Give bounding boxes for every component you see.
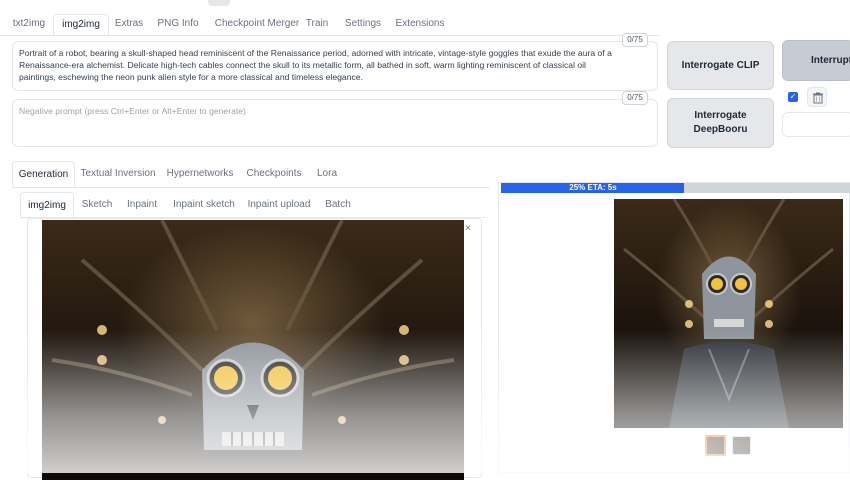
negative-prompt-textarea[interactable]: Negative prompt (press Ctrl+Enter or Alt… [12, 99, 658, 147]
tab-generation[interactable]: Generation [12, 161, 75, 187]
tab-inpaint-upload[interactable]: Inpaint upload [246, 192, 312, 218]
interrupt-button[interactable]: Interrupt [782, 40, 850, 81]
output-thumbnail-1[interactable] [705, 435, 726, 456]
tab-textual-inversion[interactable]: Textual Inversion [80, 161, 156, 187]
prompt-textarea[interactable]: Portrait of a robot, bearing a skull-sha… [12, 41, 658, 91]
input-image [42, 220, 464, 480]
styles-panel [782, 112, 850, 137]
tab-img2img-mode[interactable]: img2img [20, 192, 74, 218]
trash-icon [813, 92, 823, 104]
img2img-mode-tabs: img2img Sketch Inpaint Inpaint sketch In… [18, 192, 488, 218]
output-image[interactable] [614, 199, 843, 428]
trash-button[interactable] [807, 87, 827, 107]
tab-inpaint[interactable]: Inpaint [122, 192, 162, 218]
tab-png-info[interactable]: PNG Info [152, 14, 204, 36]
tab-extensions[interactable]: Extensions [392, 14, 448, 36]
skull-robot-icon [51, 220, 455, 450]
top-stub [208, 0, 230, 6]
close-icon[interactable]: × [462, 224, 474, 236]
tab-hypernetworks[interactable]: Hypernetworks [162, 161, 238, 187]
output-thumbnail-2[interactable] [732, 436, 751, 455]
interrogate-deepbooru-label-line2: DeepBooru [693, 124, 748, 135]
interrogate-clip-button[interactable]: Interrogate CLIP [667, 41, 774, 90]
tab-settings[interactable]: Settings [338, 14, 388, 36]
skull-robot-output-icon [623, 199, 834, 428]
interrupt-label: Interrupt [811, 54, 850, 66]
tab-txt2img[interactable]: txt2img [6, 14, 52, 36]
tab-batch[interactable]: Batch [320, 192, 356, 218]
main-tabs: txt2img img2img Extras PNG Info Checkpoi… [0, 14, 660, 36]
progress-bar: 25% ETA: 5s [501, 183, 850, 193]
interrogate-clip-label: Interrogate CLIP [681, 59, 760, 71]
tab-checkpoint-merger[interactable]: Checkpoint Merger [207, 14, 307, 36]
negative-prompt-token-counter: 0/75 [622, 91, 648, 105]
tab-sketch[interactable]: Sketch [78, 192, 116, 218]
tab-inpaint-sketch[interactable]: Inpaint sketch [172, 192, 236, 218]
tab-img2img[interactable]: img2img [53, 14, 109, 36]
tab-checkpoints[interactable]: Checkpoints [244, 161, 304, 187]
settings-tabs-divider [12, 187, 490, 188]
prompt-token-counter: 0/75 [622, 33, 648, 47]
tab-divider [0, 35, 660, 36]
tab-train[interactable]: Train [300, 14, 334, 36]
checkbox-icon[interactable]: ✓ [788, 92, 798, 102]
tab-extras[interactable]: Extras [110, 14, 148, 36]
interrogate-deepbooru-button[interactable]: Interrogate DeepBooru [667, 98, 774, 148]
settings-tabs: Generation Textual Inversion Hypernetwor… [10, 160, 490, 188]
interrogate-deepbooru-label-line1: Interrogate [694, 110, 747, 121]
tab-lora[interactable]: Lora [310, 161, 344, 187]
progress-label: 25% ETA: 5s [569, 183, 617, 192]
